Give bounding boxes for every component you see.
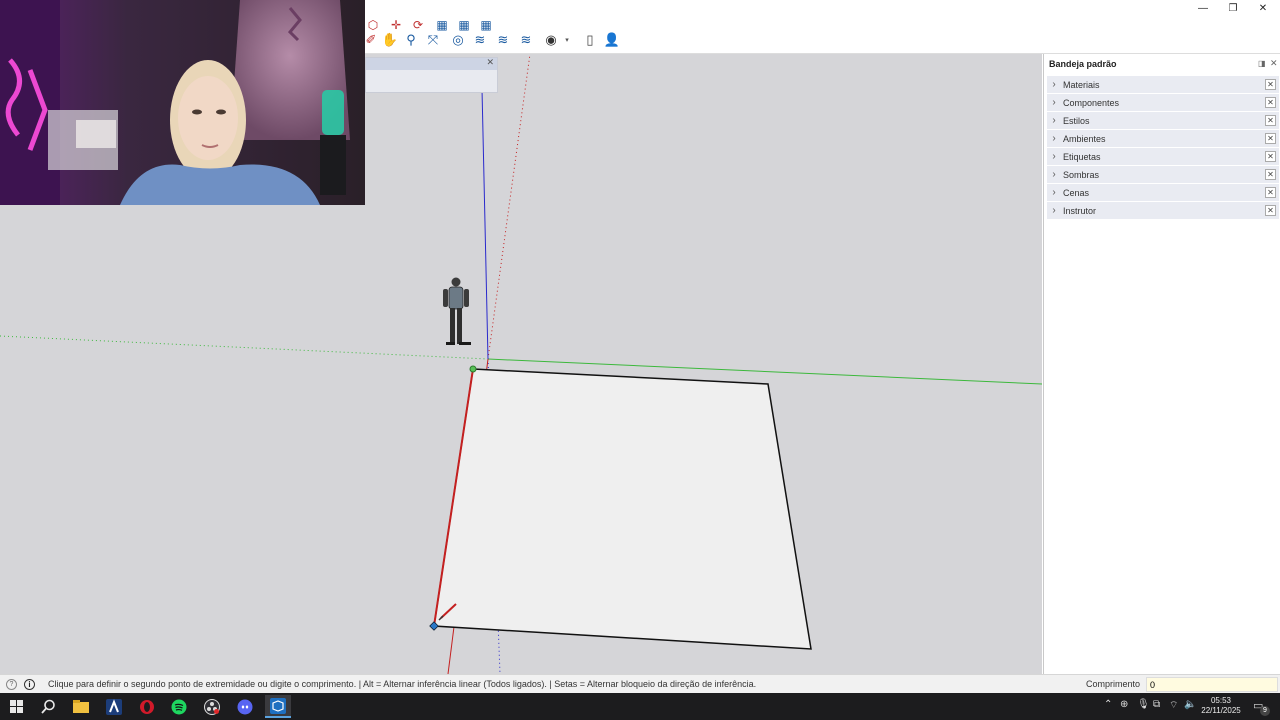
tray-item-componentes[interactable]: › Componentes ✕ [1047,94,1279,111]
search-icon[interactable] [35,695,61,718]
section-cuts-icon[interactable]: ≋ [517,31,535,49]
tray-item-cenas[interactable]: › Cenas ✕ [1047,184,1279,201]
component-icon[interactable]: ⬡ [365,17,381,33]
default-tray: Bandeja padrão ◨ ✕ › Materiais ✕ › Compo… [1043,54,1280,674]
app-a-icon[interactable] [101,695,127,718]
user-profile-icon[interactable]: 👤 [603,31,621,49]
surface-mesh-3-icon[interactable]: ▦ [478,17,494,33]
webcam-overlay [0,0,365,205]
close-icon[interactable]: ✕ [1265,187,1276,198]
tray-title: Bandeja padrão [1049,59,1117,69]
notification-badge: 9 [1260,706,1270,716]
dropdown-icon[interactable]: ▾ [558,31,576,49]
tray-item-label: Materiais [1063,79,1100,90]
rectangle-face[interactable] [433,368,812,650]
tray-pin-icon[interactable]: ◨ [1258,59,1266,68]
sketchup-icon[interactable] [265,695,291,718]
chevron-right-icon: › [1052,205,1056,216]
tray-item-label: Cenas [1063,187,1090,198]
tray-panel-list: › Materiais ✕ › Componentes ✕ › Estilos … [1047,76,1279,220]
section-plane-icon[interactable]: ◎ [449,31,467,49]
taskbar: ⌃ ⊕ 🎙 ⧉ ⌔ 🔈 05:53 22/11/2025 ▭ 9 [0,693,1280,720]
section-fill-icon[interactable]: ≋ [494,31,512,49]
tray-item-ambientes[interactable]: › Ambientes ✕ [1047,130,1279,147]
chevron-right-icon: › [1052,187,1056,198]
move-icon[interactable]: ✛ [388,17,404,33]
system-clock[interactable]: 05:53 22/11/2025 [1198,696,1244,716]
chevron-right-icon: › [1052,79,1056,90]
close-icon[interactable]: ✕ [1265,97,1276,108]
tray-item-label: Componentes [1063,97,1120,108]
opera-icon[interactable] [134,695,160,718]
tray-item-materiais[interactable]: › Materiais ✕ [1047,76,1279,93]
measurements-input[interactable] [1146,677,1278,692]
close-icon[interactable]: ✕ [1265,79,1276,90]
obs-studio-icon[interactable] [199,695,225,718]
discord-icon[interactable] [232,695,258,718]
tray-item-sombras[interactable]: › Sombras ✕ [1047,166,1279,183]
green-axis-negative [0,335,489,360]
volume-icon[interactable]: 🔈 [1184,699,1196,710]
chevron-right-icon: › [1052,151,1056,162]
chevron-right-icon: › [1052,133,1056,144]
file-explorer-icon[interactable] [68,695,94,718]
floating-toolbar-header[interactable]: ✕ [366,57,497,70]
close-icon[interactable]: ✕ [1265,205,1276,216]
info-icon[interactable]: i [24,679,35,690]
blue-axis [481,88,489,360]
pan-hand-icon[interactable]: ✋ [381,31,399,49]
red-axis-negative [487,54,531,360]
tray-item-label: Etiquetas [1063,151,1101,162]
rotate-icon[interactable]: ⟳ [410,17,426,33]
zoom-extents-icon[interactable]: ⤧ [424,31,442,49]
minimize-button[interactable]: — [1188,0,1218,16]
chevron-right-icon: › [1052,169,1056,180]
close-icon[interactable]: ✕ [1265,115,1276,126]
tray-close-icon[interactable]: ✕ [1270,58,1278,69]
surface-mesh-2-icon[interactable]: ▦ [456,17,472,33]
help-icon[interactable]: ? [6,679,17,690]
status-bar: ? i Clique para definir o segundo ponto … [0,674,1280,693]
measurements-label: Comprimento [1086,679,1141,689]
scale-figure [443,277,471,345]
tray-item-label: Ambientes [1063,133,1106,144]
floating-toolbar: ✕ [365,57,498,93]
chevron-up-icon[interactable]: ⌃ [1104,699,1112,710]
tray-item-label: Instrutor [1063,205,1097,216]
chevron-right-icon: › [1052,115,1056,126]
tray-item-etiquetas[interactable]: › Etiquetas ✕ [1047,148,1279,165]
display-icon[interactable]: ⧉ [1153,699,1160,710]
windows-start-icon[interactable] [3,695,29,718]
endpoint-marker [469,365,477,373]
surface-mesh-icon[interactable]: ▦ [434,17,450,33]
display-section-icon[interactable]: ≋ [471,31,489,49]
tray-item-instrutor[interactable]: › Instrutor ✕ [1047,202,1279,219]
tray-item-label: Sombras [1063,169,1100,180]
network-icon[interactable]: ⊕ [1120,699,1128,710]
restore-button[interactable]: ❐ [1218,0,1248,16]
wifi-icon[interactable]: ⌔ [1169,699,1178,712]
clock-time: 05:53 [1210,696,1232,705]
tray-item-label: Estilos [1063,115,1090,126]
zoom-icon[interactable]: ⚲ [402,31,420,49]
close-icon[interactable]: ✕ [1265,133,1276,144]
chevron-right-icon: › [1052,97,1056,108]
floating-toolbar-close[interactable]: ✕ [486,57,494,68]
tray-item-estilos[interactable]: › Estilos ✕ [1047,112,1279,129]
microphone-icon[interactable]: 🎙 [1137,699,1150,710]
close-button[interactable]: ✕ [1248,0,1278,16]
spotify-icon[interactable] [166,695,192,718]
new-file-icon[interactable]: ▯ [581,31,599,49]
close-icon[interactable]: ✕ [1265,169,1276,180]
clock-date: 22/11/2025 [1201,706,1241,715]
status-message: Clique para definir o segundo ponto de e… [48,679,757,689]
close-icon[interactable]: ✕ [1265,151,1276,162]
